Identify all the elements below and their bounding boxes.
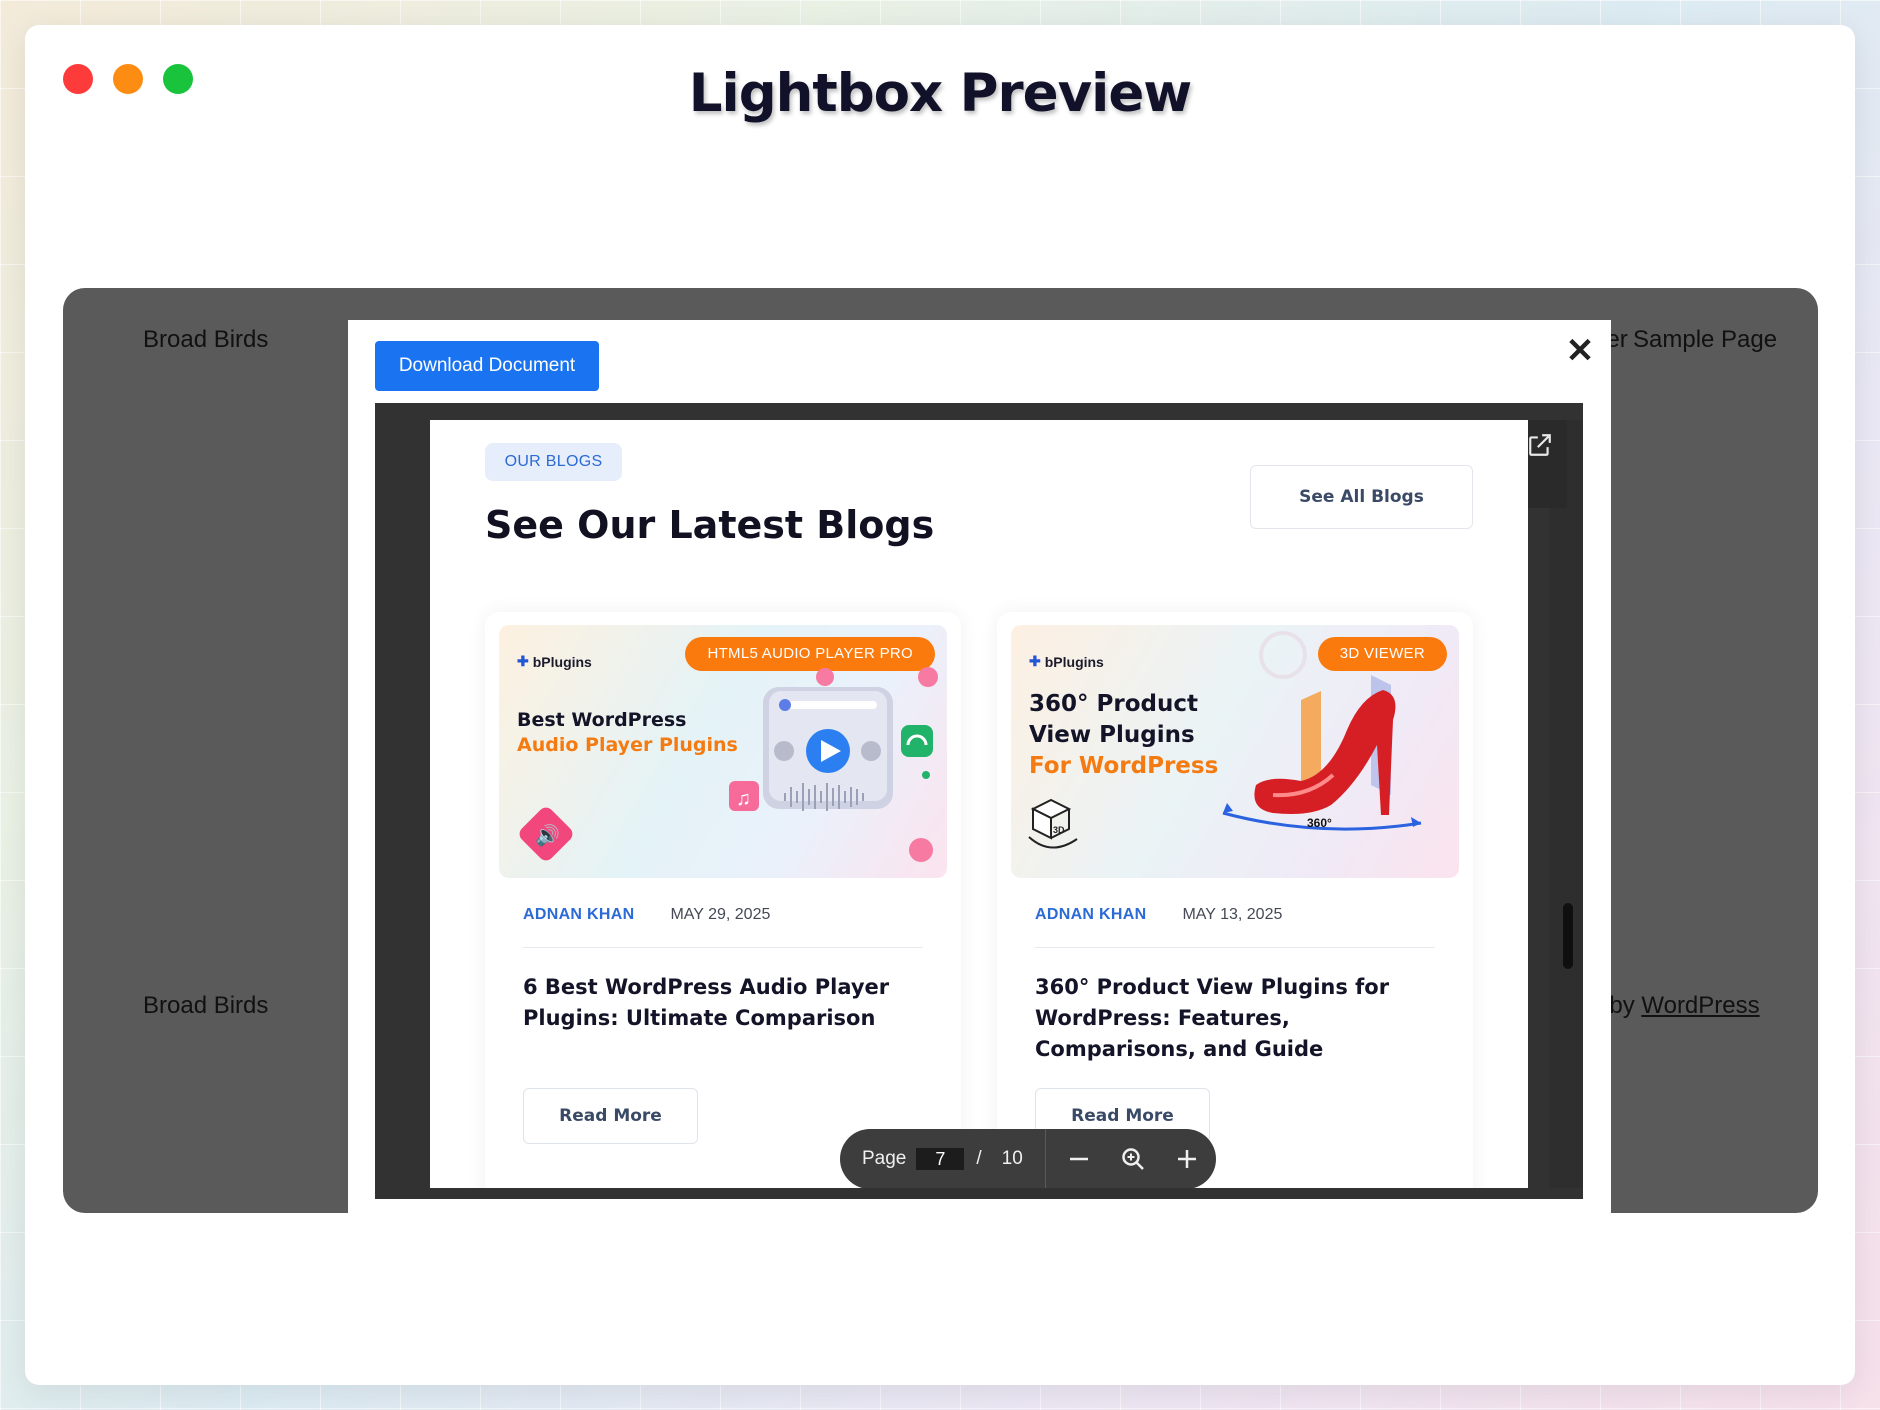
close-icon[interactable]: ✕ [1565, 334, 1595, 368]
section-heading: See Our Latest Blogs [485, 503, 935, 547]
svg-text:♫: ♫ [736, 788, 751, 810]
see-all-blogs-button[interactable]: See All Blogs [1250, 465, 1473, 529]
minus-icon [1069, 1157, 1088, 1161]
scrollbar-track[interactable] [1549, 420, 1583, 1188]
external-link-icon [1527, 432, 1553, 508]
post-date: MAY 29, 2025 [670, 906, 771, 923]
page-label: Page [862, 1148, 907, 1169]
svg-text:🔊: 🔊 [535, 823, 560, 847]
footer-wordpress-link[interactable]: WordPress [1641, 992, 1759, 1019]
pdf-viewer: OUR BLOGS See Our Latest Blogs See All B… [375, 403, 1583, 1199]
site-title[interactable]: Broad Birds [143, 326, 268, 354]
toolbar-divider [1044, 1129, 1046, 1188]
lightbox-modal: Download Document ✕ OUR BLOGS See Our La… [348, 320, 1611, 1213]
svg-text:360°: 360° [1307, 816, 1332, 830]
page-separator: / [976, 1148, 982, 1169]
scrollbar-thumb[interactable] [1563, 903, 1573, 969]
viewer-toolbar: Page / 10 [840, 1129, 1216, 1188]
plus-icon [1177, 1150, 1196, 1168]
post-author[interactable]: ADNAN KHAN [1035, 906, 1146, 924]
download-document-button[interactable]: Download Document [375, 341, 599, 391]
blog-thumbnail[interactable]: ✚ bPlugins HTML5 AUDIO PLAYER PRO Best Wo… [499, 625, 947, 878]
svg-text:3D: 3D [1053, 825, 1065, 835]
card-divider [1035, 947, 1435, 948]
zoom-icon [1122, 1148, 1144, 1170]
post-title[interactable]: 6 Best WordPress Audio Player Plugins: U… [523, 972, 931, 1034]
post-date: MAY 13, 2025 [1182, 906, 1283, 923]
post-title[interactable]: 360° Product View Plugins for WordPress:… [1035, 972, 1443, 1065]
post-author[interactable]: ADNAN KHAN [523, 906, 634, 924]
footer-site-title[interactable]: Broad Birds [143, 992, 268, 1020]
page-number-input[interactable] [916, 1148, 965, 1170]
post-meta: ADNAN KHAN MAY 29, 2025 [523, 906, 770, 924]
document-page: OUR BLOGS See Our Latest Blogs See All B… [430, 420, 1528, 1188]
zoom-button[interactable] [1110, 1136, 1156, 1182]
window-title: Lightbox Preview [688, 63, 1192, 124]
blog-thumbnail[interactable]: ✚ bPlugins 3D VIEWER 360° Product View Pl… [1011, 625, 1459, 878]
blog-card: ✚ bPlugins 3D VIEWER 360° Product View Pl… [997, 612, 1473, 1188]
total-pages: 10 [1001, 1148, 1023, 1169]
app-window: Lightbox Preview Broad Birds der Sample … [25, 25, 1855, 1385]
zoom-in-button[interactable] [1164, 1136, 1210, 1182]
section-tag: OUR BLOGS [485, 443, 622, 481]
site-preview: Broad Birds der Sample Page Broad Birds … [63, 288, 1818, 1213]
post-meta: ADNAN KHAN MAY 13, 2025 [1035, 906, 1282, 924]
blog-card: ✚ bPlugins HTML5 AUDIO PLAYER PRO Best Wo… [485, 612, 961, 1188]
read-more-button[interactable]: Read More [523, 1088, 698, 1144]
nav-item-sample-page[interactable]: Sample Page [1633, 326, 1777, 354]
shoe-360-illustration: 360° 3D [1028, 631, 1422, 849]
card-divider [523, 947, 923, 948]
zoom-out-button[interactable] [1056, 1136, 1102, 1182]
audio-player-illustration: ♫ 🔊 [519, 667, 938, 862]
